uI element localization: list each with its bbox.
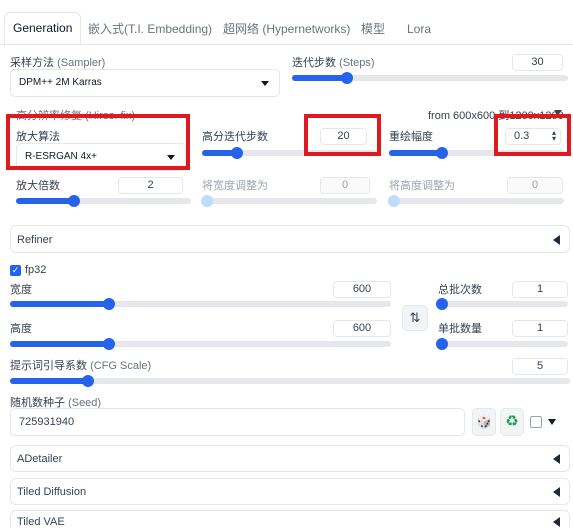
upscale-by-label: 放大倍数 [16,180,60,192]
width-slider-thumb[interactable] [103,298,116,310]
tab-bar: Generation 嵌入式(T.I. Embedding) 超网络 (Hype… [0,0,573,56]
upscale-by-slider-thumb[interactable] [67,195,80,207]
resize-height-slider-thumb [388,195,400,207]
chevron-left-icon [553,517,560,527]
batch-size-slider-thumb[interactable] [436,338,448,350]
denoise-slider-thumb[interactable] [435,147,448,159]
spinner-icon[interactable]: ▴ ▾ [552,129,556,143]
steps-label: 迭代步数 (Steps) [292,57,375,69]
tiled-diffusion-label: Tiled Diffusion [17,486,87,498]
cfg-slider-fill [10,378,89,384]
chevron-left-icon [553,487,560,497]
random-seed-button[interactable]: 🎲 [472,408,496,436]
hires-from-text: from 600x600 到1200x1200 [428,110,564,122]
upscale-by-input[interactable]: 2 [118,177,183,194]
batch-size-slider[interactable] [436,338,568,350]
tab-divider [0,44,573,45]
hires-steps-input[interactable]: 20 [320,128,367,145]
hires-header[interactable]: 高分辨率修复 (Hires. fix) [16,107,135,123]
chevron-down-icon [167,155,175,160]
chevron-left-icon [553,235,560,245]
cfg-label: 提示词引导系数 (CFG Scale) [10,360,152,372]
hires-steps-slider-thumb[interactable] [230,147,243,159]
resize-width-input: 0 [320,177,370,194]
batch-size-input[interactable]: 1 [512,320,568,337]
resize-height-input: 0 [507,177,563,194]
recycle-icon: ♻ [505,413,519,430]
height-slider-fill [10,341,110,347]
fp32-label: fp32 [25,264,47,276]
upscale-by-slider[interactable] [16,195,191,207]
denoise-slider-fill [389,150,442,156]
batch-count-label: 总批次数 [438,284,482,296]
upscaler-select[interactable]: R-ESRGAN 4x+ [16,143,186,171]
chevron-left-icon [553,454,560,464]
batch-count-slider[interactable] [436,298,568,310]
batch-count-input[interactable]: 1 [512,281,568,298]
tiled-vae-label: Tiled VAE [17,516,65,528]
cfg-slider-thumb[interactable] [82,375,95,387]
sampler-value: DPM++ 2M Karras [19,77,102,88]
denoise-label: 重绘幅度 [389,131,433,143]
steps-slider-fill [292,75,348,81]
upscaler-label: 放大算法 [16,131,60,143]
sampler-select[interactable]: DPM++ 2M Karras [10,69,280,97]
hires-steps-label: 高分迭代步数 [202,131,268,143]
width-slider-fill [10,301,110,307]
swap-dimensions-button[interactable]: ⇅ [402,305,428,331]
tab-hypernetworks[interactable]: 超网络 (Hypernetworks) [223,14,350,44]
cfg-slider[interactable] [10,375,570,387]
resize-width-slider-thumb [201,195,213,207]
width-label: 宽度 [10,284,32,296]
adetailer-label: ADetailer [17,453,63,465]
dice-icon: 🎲 [476,415,492,429]
chevron-down-icon[interactable] [554,110,562,115]
tab-embedding[interactable]: 嵌入式(T.I. Embedding) [88,14,212,44]
steps-input[interactable]: 30 [512,54,563,71]
height-input[interactable]: 600 [333,320,391,337]
adetailer-accordion[interactable]: ADetailer [10,445,570,472]
height-slider[interactable] [10,338,391,350]
batch-count-slider-thumb[interactable] [436,298,448,310]
swap-icon: ⇅ [409,310,421,325]
height-label: 高度 [10,323,32,335]
steps-slider-thumb[interactable] [341,72,354,84]
upscale-by-slider-fill [16,198,74,204]
hires-steps-slider[interactable] [202,147,376,159]
width-input[interactable]: 600 [333,281,391,298]
fp32-checkbox[interactable]: ✓ [10,265,21,276]
resize-height-slider [388,195,564,207]
seed-input[interactable]: 725931940 [10,408,465,436]
chevron-down-icon[interactable] [548,419,556,425]
chevron-down-icon [261,81,269,86]
extra-seed-checkbox[interactable] [530,416,542,428]
resize-width-slider [201,195,377,207]
reuse-seed-button[interactable]: ♻ [500,408,524,436]
refiner-accordion[interactable]: Refiner [10,225,570,253]
steps-slider[interactable] [292,72,568,84]
cfg-input[interactable]: 5 [512,358,568,375]
sampler-label: 采样方法 (Sampler) [10,57,106,69]
upscaler-value: R-ESRGAN 4x+ [25,151,97,162]
tab-lora[interactable]: Lora [407,14,431,44]
denoise-slider[interactable] [389,147,565,159]
denoise-input[interactable]: 0.3 ▴ ▾ [505,128,561,145]
tiled-vae-accordion[interactable]: Tiled VAE [10,510,570,528]
resize-height-label: 将高度调整为 [389,180,455,192]
refiner-label: Refiner [17,234,53,246]
tab-models[interactable]: 模型 [361,14,385,44]
tab-generation[interactable]: Generation [4,12,82,45]
width-slider[interactable] [10,298,391,310]
denoise-value: 0.3 [514,130,530,142]
batch-size-label: 单批数量 [438,323,482,335]
height-slider-thumb[interactable] [103,338,116,350]
tiled-diffusion-accordion[interactable]: Tiled Diffusion [10,478,570,505]
resize-width-label: 将宽度调整为 [202,180,268,192]
